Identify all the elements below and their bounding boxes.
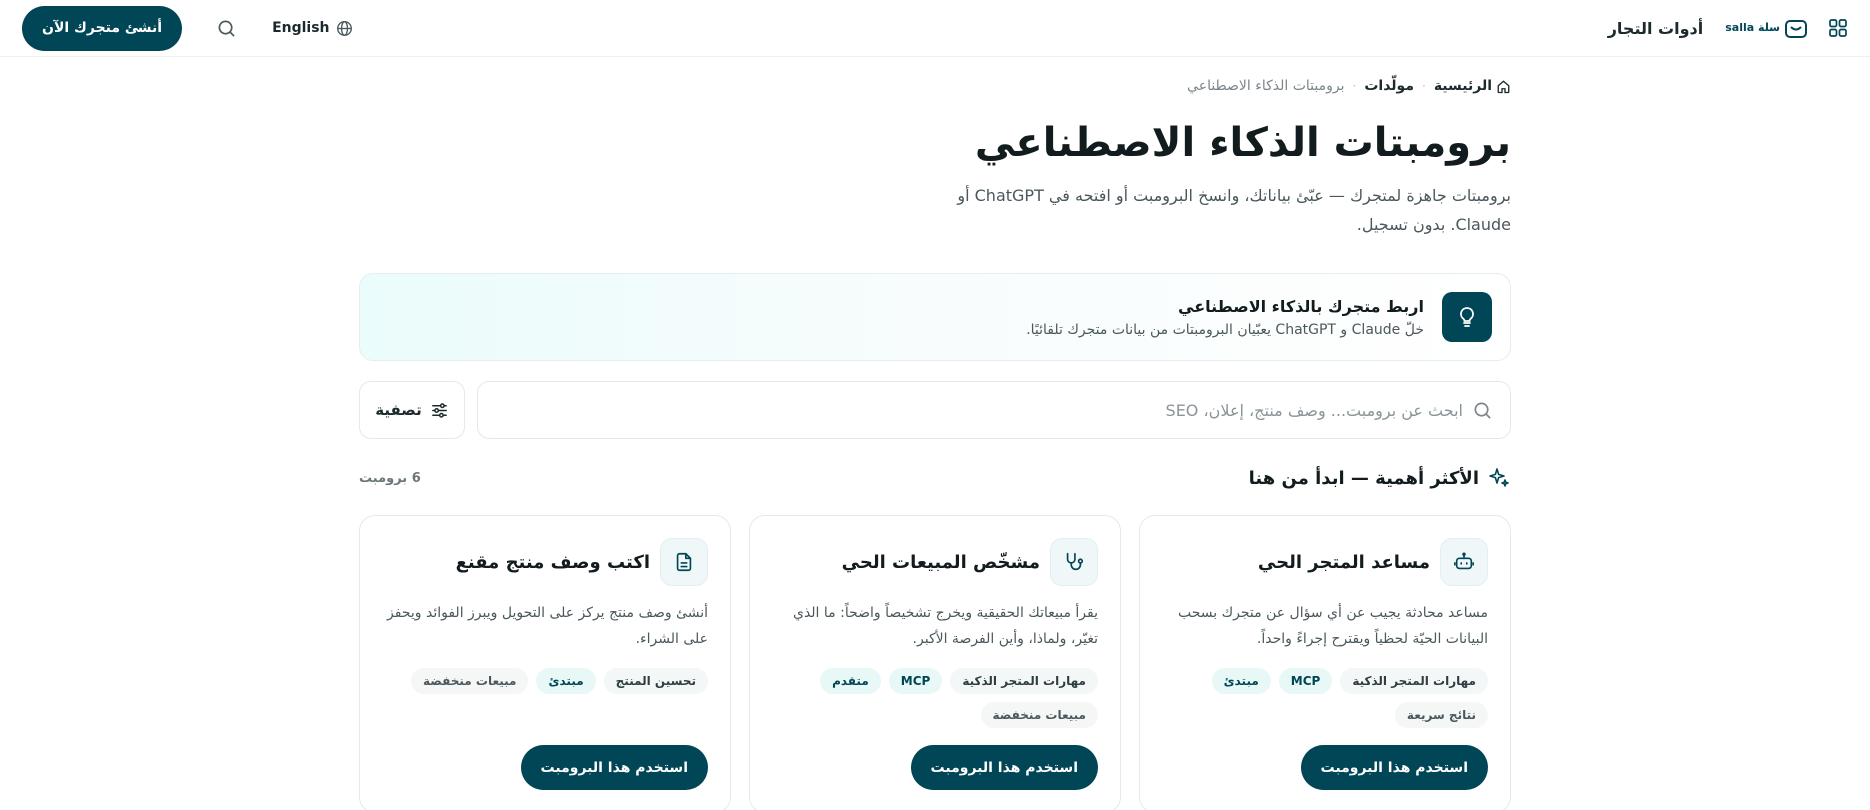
language-label: English (272, 20, 330, 36)
document-icon (660, 538, 708, 586)
section-header: الأكثر أهمية — ابدأ من هنا 6 برومبت (359, 463, 1511, 493)
globe-icon (336, 20, 352, 36)
banner-texts: اربط متجرك بالذكاء الاصطناعي خلّ Claude … (1026, 297, 1424, 338)
prompt-search-input[interactable] (496, 400, 1463, 420)
salla-bag-icon (1785, 20, 1807, 38)
filter-label: تصفية (375, 401, 422, 419)
tag-mcp: MCP (888, 668, 943, 694)
card-title: مشخّص المبيعات الحي (841, 551, 1040, 573)
sliders-icon (431, 402, 447, 418)
breadcrumb-home[interactable]: الرئيسية (1434, 78, 1511, 94)
apps-grid-button[interactable] (1820, 10, 1856, 46)
tag-skills: مهارات المتجر الذكية (950, 668, 1098, 694)
header-brand-group: سلة salla أدوات التجار (1608, 10, 1856, 46)
tag-level: مبتدئ (1211, 668, 1271, 694)
tag-goal: نتائج سريعة (1394, 702, 1488, 728)
header-actions: English أنشئ متجرك الآن (22, 5, 353, 51)
language-switcher[interactable]: English (272, 20, 352, 37)
lightbulb-icon (1460, 307, 1474, 327)
breadcrumb-separator: · (1352, 79, 1357, 93)
prompt-card[interactable]: اكتب وصف منتج مقنع أنشئ وصف منتج يركز عل… (359, 515, 731, 810)
card-tags: مهارات المتجر الذكية MCP مبتدئ نتائج سري… (1162, 668, 1488, 728)
bulb-icon-box (1442, 292, 1492, 342)
breadcrumb-generators[interactable]: مولّدات (1364, 78, 1414, 94)
tag-goal: مبيعات منخفضة (411, 668, 529, 694)
section-title-group: الأكثر أهمية — ابدأ من هنا (1249, 466, 1511, 490)
prompt-search-box[interactable] (477, 381, 1511, 439)
page-subtitle: برومبتات جاهزة لمتجرك — عبّئ بياناتك، وا… (957, 186, 1511, 234)
card-tags: مهارات المتجر الذكية MCP متقدم مبيعات من… (772, 668, 1098, 728)
apps-grid-icon (1829, 19, 1847, 37)
card-description: أنشئ وصف منتج يركز على التحويل ويبرز الف… (387, 605, 708, 647)
search-icon (1474, 402, 1491, 419)
breadcrumb-home-label: الرئيسية (1433, 78, 1492, 94)
filter-button[interactable]: تصفية (359, 381, 465, 439)
robot-icon (1440, 538, 1488, 586)
use-prompt-button[interactable]: استخدم هذا البرومبت (1300, 745, 1488, 790)
card-header: مشخّص المبيعات الحي (772, 538, 1098, 586)
sparkle-icon (1487, 466, 1511, 490)
prompt-card[interactable]: مشخّص المبيعات الحي يقرأ مبيعاتك الحقيقي… (749, 515, 1121, 810)
card-description: يقرأ مبيعاتك الحقيقية ويخرج تشخيصاً واضح… (792, 605, 1098, 647)
home-icon (1497, 79, 1510, 93)
tag-level: متقدم (820, 668, 881, 694)
ai-connect-banner[interactable]: اربط متجرك بالذكاء الاصطناعي خلّ Claude … (359, 273, 1511, 361)
banner-title: اربط متجرك بالذكاء الاصطناعي (1178, 296, 1424, 316)
prompt-count: 6 برومبت (359, 470, 421, 486)
card-header: اكتب وصف منتج مقنع (382, 538, 708, 586)
card-header: مساعد المتجر الحي (1162, 538, 1488, 586)
create-store-button[interactable]: أنشئ متجرك الآن (22, 5, 183, 51)
tag-skills: مهارات المتجر الذكية (1340, 668, 1488, 694)
header-search-button[interactable] (214, 16, 238, 40)
card-title: مساعد المتجر الحي (1257, 551, 1430, 573)
tag-goal: مبيعات منخفضة (980, 702, 1098, 728)
search-row: تصفية (359, 381, 1511, 439)
brand-title[interactable]: أدوات التجار (1608, 19, 1704, 38)
breadcrumb-current: برومبتات الذكاء الاصطناعي (1187, 78, 1345, 94)
tag-goal: تحسين المنتج (603, 668, 708, 694)
tag-mcp: MCP (1278, 668, 1333, 694)
salla-logo-text: سلة salla (1725, 21, 1780, 34)
use-prompt-button[interactable]: استخدم هذا البرومبت (910, 745, 1098, 790)
top-header: سلة salla أدوات التجار English أنشئ متجر… (0, 0, 1870, 57)
use-prompt-button[interactable]: استخدم هذا البرومبت (520, 745, 708, 790)
tag-level: مبتدئ (536, 668, 596, 694)
section-title: الأكثر أهمية — ابدأ من هنا (1248, 467, 1479, 489)
prompt-cards: مساعد المتجر الحي مساعد محادثة يجيب عن أ… (359, 515, 1511, 810)
stethoscope-icon (1050, 538, 1098, 586)
page-title: برومبتات الذكاء الاصطناعي (974, 120, 1511, 166)
breadcrumb: الرئيسية · مولّدات · برومبتات الذكاء الا… (359, 75, 1511, 97)
main-content: الرئيسية · مولّدات · برومبتات الذكاء الا… (359, 57, 1511, 810)
card-description: مساعد محادثة يجيب عن أي سؤال عن متجرك بس… (1178, 605, 1488, 647)
salla-logo[interactable]: سلة salla (1725, 17, 1808, 39)
card-tags: تحسين المنتج مبتدئ مبيعات منخفضة (382, 668, 708, 694)
prompt-card[interactable]: مساعد المتجر الحي مساعد محادثة يجيب عن أ… (1139, 515, 1511, 810)
breadcrumb-separator: · (1421, 79, 1426, 93)
banner-description: خلّ Claude و ChatGPT يعبّيان البرومبتات … (1026, 321, 1424, 338)
card-title: اكتب وصف منتج مقنع (455, 551, 650, 573)
search-icon (218, 20, 235, 37)
